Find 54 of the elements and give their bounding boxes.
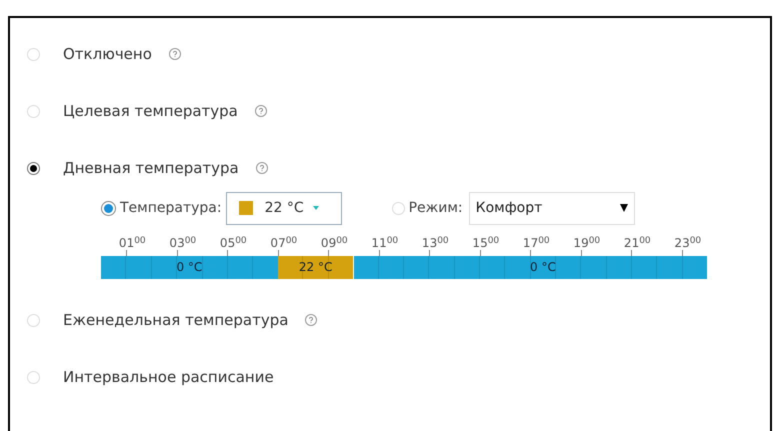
timeline-cell[interactable] bbox=[606, 256, 632, 279]
timeline-cell[interactable] bbox=[101, 256, 126, 279]
hour-label: 21$^{00}$ bbox=[624, 234, 651, 252]
timeline-cell[interactable]: 0 °C bbox=[176, 256, 202, 279]
option-label[interactable]: Целевая температура bbox=[63, 100, 238, 122]
timeline-cell[interactable] bbox=[150, 256, 176, 279]
timeline-cell[interactable] bbox=[555, 256, 580, 279]
field-label: Температура: bbox=[120, 198, 222, 218]
help-icon[interactable] bbox=[168, 48, 181, 60]
hour-label: 19$^{00}$ bbox=[573, 234, 600, 252]
hour-label: 05$^{00}$ bbox=[220, 234, 247, 252]
radio-button[interactable] bbox=[27, 162, 40, 174]
radio-button[interactable] bbox=[101, 200, 116, 216]
option-label[interactable]: Дневная температура bbox=[63, 156, 239, 180]
timeline-cell[interactable] bbox=[454, 256, 480, 279]
segment-label: 0 °C bbox=[530, 259, 556, 275]
help-icon[interactable] bbox=[256, 162, 268, 174]
timeline-cell[interactable] bbox=[125, 256, 151, 279]
timeline-cell[interactable] bbox=[202, 256, 227, 279]
timeline-cell[interactable] bbox=[656, 256, 682, 279]
temperature-dropdown[interactable]: 22 °C bbox=[226, 192, 342, 224]
option-label[interactable]: Интервальное расписание bbox=[63, 366, 274, 388]
caret-icon bbox=[312, 206, 319, 210]
caret-icon bbox=[620, 204, 628, 212]
hour-label: 11$^{00}$ bbox=[371, 234, 398, 252]
timeline-cell[interactable] bbox=[504, 256, 530, 279]
timeline-cell[interactable]: 0 °C bbox=[530, 256, 556, 279]
dropdown-value: Комфорт bbox=[476, 198, 542, 218]
field-label: Режим: bbox=[408, 198, 463, 218]
hour-label: 17$^{00}$ bbox=[522, 234, 550, 252]
timeline-cell[interactable] bbox=[428, 256, 454, 279]
timeline-cell[interactable] bbox=[580, 256, 606, 279]
timeline-cell[interactable] bbox=[631, 256, 656, 279]
hour-label: 15$^{00}$ bbox=[472, 234, 500, 252]
hour-label: 09$^{00}$ bbox=[320, 234, 348, 252]
mode-dropdown[interactable]: Комфорт bbox=[468, 192, 635, 224]
timeline-cell[interactable] bbox=[226, 256, 252, 279]
timeline-cell[interactable] bbox=[378, 256, 404, 279]
timeline-cell[interactable] bbox=[354, 256, 378, 279]
option-label[interactable]: Еженедельная температура bbox=[63, 308, 288, 332]
timeline-cell[interactable] bbox=[682, 256, 708, 279]
hour-label: 07$^{00}$ bbox=[270, 234, 298, 252]
option-label[interactable]: Отключено bbox=[63, 42, 152, 66]
help-icon[interactable] bbox=[305, 314, 318, 326]
timeline-cell[interactable] bbox=[403, 256, 428, 279]
hour-label: 01$^{00}$ bbox=[118, 234, 146, 252]
hour-label: 13$^{00}$ bbox=[422, 234, 449, 252]
timeline-cell[interactable] bbox=[252, 256, 278, 279]
timeline-cell[interactable] bbox=[479, 256, 504, 279]
dropdown-value: 22 °C bbox=[264, 198, 304, 218]
hour-label: 23$^{00}$ bbox=[674, 234, 702, 252]
segment-label: 0 °C bbox=[176, 259, 202, 275]
hour-label: 03$^{00}$ bbox=[169, 234, 196, 252]
help-icon[interactable] bbox=[254, 105, 267, 117]
